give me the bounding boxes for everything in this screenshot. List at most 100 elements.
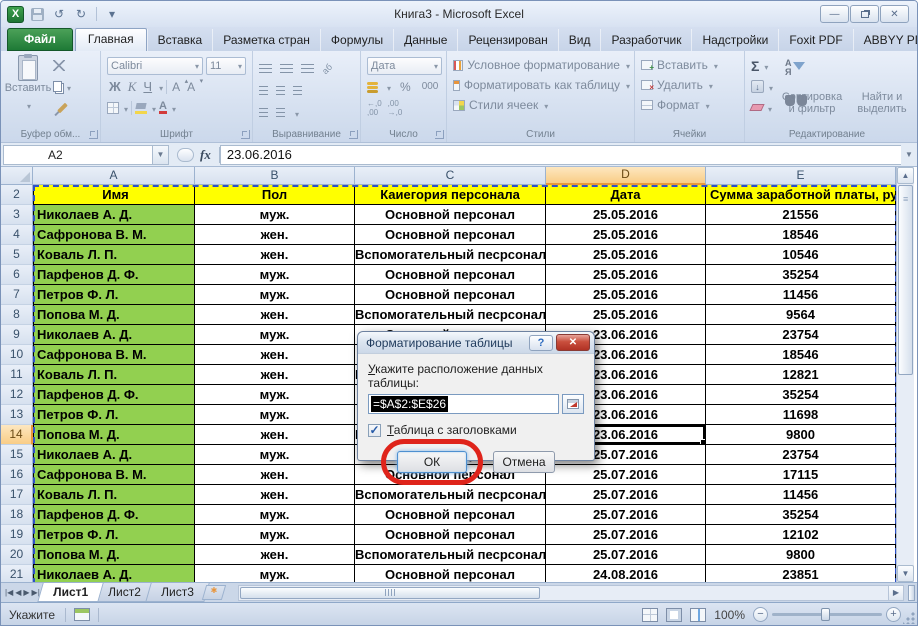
redo-button[interactable]: ↻: [72, 5, 90, 23]
insert-function-pill[interactable]: [177, 148, 194, 162]
undo-button[interactable]: ↺: [50, 5, 68, 23]
cell-name[interactable]: Коваль Л. П.: [33, 365, 195, 385]
cell-gender[interactable]: жен.: [195, 425, 355, 445]
cell-gender[interactable]: муж.: [195, 265, 355, 285]
first-sheet-icon[interactable]: |◀: [5, 588, 13, 597]
ribbon-tab[interactable]: Вид: [558, 29, 601, 51]
shrink-font-button[interactable]: А: [185, 80, 197, 94]
conditional-formatting-button[interactable]: Условное форматирование: [467, 58, 620, 72]
range-input[interactable]: =$A$2:$E$26: [368, 394, 559, 414]
scroll-right-icon[interactable]: ▶: [888, 586, 903, 600]
ribbon-tab[interactable]: Foxit PDF: [778, 29, 852, 51]
zoom-level[interactable]: 100%: [714, 608, 745, 622]
zoom-out-icon[interactable]: −: [753, 607, 768, 622]
horizontal-scrollbar[interactable]: ▶: [238, 585, 904, 601]
cell-sum[interactable]: 35254: [706, 505, 896, 525]
cell-name[interactable]: Николаев А. Д.: [33, 325, 195, 345]
increase-indent-icon[interactable]: [276, 108, 285, 109]
page-layout-view-icon[interactable]: [666, 608, 682, 622]
row-header[interactable]: 21: [1, 565, 33, 582]
dialog-launcher-icon[interactable]: [349, 130, 358, 139]
cell-name[interactable]: Сафронова В. М.: [33, 225, 195, 245]
fill-color-button[interactable]: [135, 102, 147, 114]
cell-sum[interactable]: 11456: [706, 285, 896, 305]
dialog-launcher-icon[interactable]: [89, 130, 98, 139]
select-all-corner[interactable]: [1, 167, 33, 185]
header-cell-sum[interactable]: Сумма заработной платы, ру: [706, 185, 896, 205]
header-cell-category[interactable]: Каиегория персонала: [355, 185, 546, 205]
orientation-icon[interactable]: аб: [320, 61, 334, 75]
cell-gender[interactable]: муж.: [195, 505, 355, 525]
cell-sum[interactable]: 35254: [706, 385, 896, 405]
insert-cells-button[interactable]: Вставить: [657, 58, 708, 72]
cell-gender[interactable]: жен.: [195, 305, 355, 325]
zoom-slider[interactable]: − +: [753, 607, 901, 622]
cell-category[interactable]: Вспомогательный песрсонал: [355, 245, 546, 265]
table-row[interactable]: 21 Николаев А. Д. муж. Основной персонал…: [1, 565, 917, 582]
cell-sum[interactable]: 9800: [706, 545, 896, 565]
row-header[interactable]: 18: [1, 505, 33, 525]
row-header[interactable]: 13: [1, 405, 33, 425]
ribbon-tab[interactable]: Рецензирован: [457, 29, 557, 51]
cell-name[interactable]: Парфенов Д. Ф.: [33, 265, 195, 285]
vertical-scrollbar[interactable]: ▲ ▼: [896, 167, 914, 582]
cell-category[interactable]: Вспомогательный песрсонал: [355, 485, 546, 505]
tab-file[interactable]: Файл: [7, 28, 73, 51]
dialog-title-bar[interactable]: Форматирование таблицы ? ✕: [358, 332, 594, 354]
italic-button[interactable]: К: [126, 79, 139, 95]
column-header-a[interactable]: A: [33, 167, 195, 185]
row-header[interactable]: 16: [1, 465, 33, 485]
header-cell-gender[interactable]: Пол: [195, 185, 355, 205]
table-row[interactable]: 7 Петров Ф. Л. муж. Основной персонал 25…: [1, 285, 917, 305]
table-row[interactable]: 3 Николаев А. Д. муж. Основной персонал …: [1, 205, 917, 225]
cell-gender[interactable]: муж.: [195, 445, 355, 465]
cell-category[interactable]: Основной персонал: [355, 565, 546, 582]
row-header[interactable]: 4: [1, 225, 33, 245]
cut-icon[interactable]: [53, 60, 65, 71]
cell-date[interactable]: 25.05.2016: [546, 285, 706, 305]
cell-sum[interactable]: 18546: [706, 225, 896, 245]
cell-gender[interactable]: жен.: [195, 365, 355, 385]
cell-name[interactable]: Петров Ф. Л.: [33, 405, 195, 425]
table-row[interactable]: 19 Петров Ф. Л. муж. Основной персонал 2…: [1, 525, 917, 545]
cell-sum[interactable]: 12102: [706, 525, 896, 545]
resize-grip[interactable]: [903, 612, 915, 624]
cell-gender[interactable]: жен.: [195, 345, 355, 365]
table-row[interactable]: 6 Парфенов Д. Ф. муж. Основной персонал …: [1, 265, 917, 285]
row-header[interactable]: 2: [1, 185, 33, 205]
row-header[interactable]: 8: [1, 305, 33, 325]
sheet-tab[interactable]: Лист1: [37, 583, 103, 602]
minimize-button[interactable]: —: [820, 5, 849, 23]
zoom-thumb[interactable]: [821, 608, 830, 621]
cell-category[interactable]: Основной персонал: [355, 225, 546, 245]
format-cells-button[interactable]: Формат: [657, 98, 700, 112]
cell-name[interactable]: Попова М. Д.: [33, 425, 195, 445]
row-header[interactable]: 19: [1, 525, 33, 545]
grow-font-button[interactable]: А: [170, 80, 182, 94]
autosum-button[interactable]: Σ: [751, 58, 759, 74]
number-format-combo[interactable]: Дата: [367, 57, 442, 75]
cell-category[interactable]: Основной персонал: [355, 265, 546, 285]
save-button[interactable]: [28, 5, 46, 23]
cell-sum[interactable]: 12821: [706, 365, 896, 385]
cell-gender[interactable]: жен.: [195, 225, 355, 245]
align-center-icon[interactable]: [276, 86, 285, 87]
page-break-view-icon[interactable]: [690, 608, 706, 622]
cell-sum[interactable]: 11698: [706, 405, 896, 425]
underline-button[interactable]: Ч: [141, 79, 154, 94]
cell-date[interactable]: 25.07.2016: [546, 505, 706, 525]
customize-toolbar-button[interactable]: ▾: [103, 5, 121, 23]
font-color-button[interactable]: А: [159, 101, 167, 114]
table-row[interactable]: 20 Попова М. Д. жен. Вспомогательный пес…: [1, 545, 917, 565]
cell-gender[interactable]: муж.: [195, 205, 355, 225]
cell-name[interactable]: Парфенов Д. Ф.: [33, 385, 195, 405]
cell-sum[interactable]: 18546: [706, 345, 896, 365]
cell-name[interactable]: Сафронова В. М.: [33, 465, 195, 485]
headers-checkbox-row[interactable]: ✓ Таблица с заголовками: [368, 423, 584, 437]
cell-sum[interactable]: 11456: [706, 485, 896, 505]
align-bottom-icon[interactable]: [301, 64, 314, 65]
checkbox-checked-icon[interactable]: ✓: [368, 424, 381, 437]
cell-sum[interactable]: 23851: [706, 565, 896, 582]
copy-icon[interactable]: [53, 81, 62, 92]
cell-date[interactable]: 25.07.2016: [546, 485, 706, 505]
